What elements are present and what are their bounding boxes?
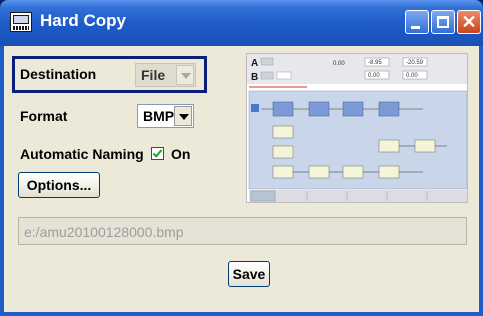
- preview-value-3: -20.59: [406, 60, 424, 66]
- checkmark-icon: [152, 147, 163, 158]
- screen-preview-thumbnail: A B 0.00 -8.95 -20.59 0.00 0.00: [246, 53, 468, 203]
- hard-copy-window: Hard Copy ✕ Destination File Format BMP …: [0, 0, 483, 316]
- preview-value-2: -8.95: [368, 60, 382, 66]
- window-border-bottom: [0, 312, 483, 316]
- minimize-button[interactable]: [405, 10, 429, 34]
- options-button[interactable]: Options...: [18, 172, 100, 198]
- destination-select[interactable]: File: [135, 63, 196, 87]
- minimize-icon: [411, 26, 420, 29]
- preview-value-4: 0.00: [368, 73, 380, 79]
- maximize-icon: [437, 16, 449, 28]
- title-bar[interactable]: Hard Copy ✕: [0, 0, 483, 46]
- preview-header-a: A: [251, 58, 258, 69]
- preview-value-5: 0.00: [406, 73, 418, 79]
- close-button[interactable]: ✕: [457, 10, 481, 34]
- automatic-naming-checkbox[interactable]: [151, 147, 164, 160]
- preview-header-b: B: [251, 72, 258, 83]
- format-select[interactable]: BMP: [137, 104, 194, 128]
- format-value: BMP: [143, 108, 175, 124]
- printer-screen-icon: [10, 12, 32, 32]
- file-path-value: e:/amu20100128000.bmp: [24, 224, 184, 240]
- preview-value-1: 0.00: [333, 61, 345, 67]
- save-button[interactable]: Save: [228, 261, 270, 287]
- automatic-naming-label: Automatic Naming: [20, 146, 144, 162]
- window-title: Hard Copy: [40, 11, 126, 30]
- automatic-naming-state: On: [171, 146, 191, 162]
- close-icon: ✕: [461, 12, 477, 32]
- chevron-down-icon[interactable]: [176, 65, 194, 85]
- maximize-button[interactable]: [431, 10, 455, 34]
- window-border-right: [479, 46, 483, 316]
- destination-label: Destination: [20, 66, 97, 82]
- file-path-field: e:/amu20100128000.bmp: [18, 217, 467, 245]
- chevron-down-icon[interactable]: [174, 106, 192, 126]
- format-label: Format: [20, 108, 68, 124]
- destination-value: File: [141, 67, 166, 83]
